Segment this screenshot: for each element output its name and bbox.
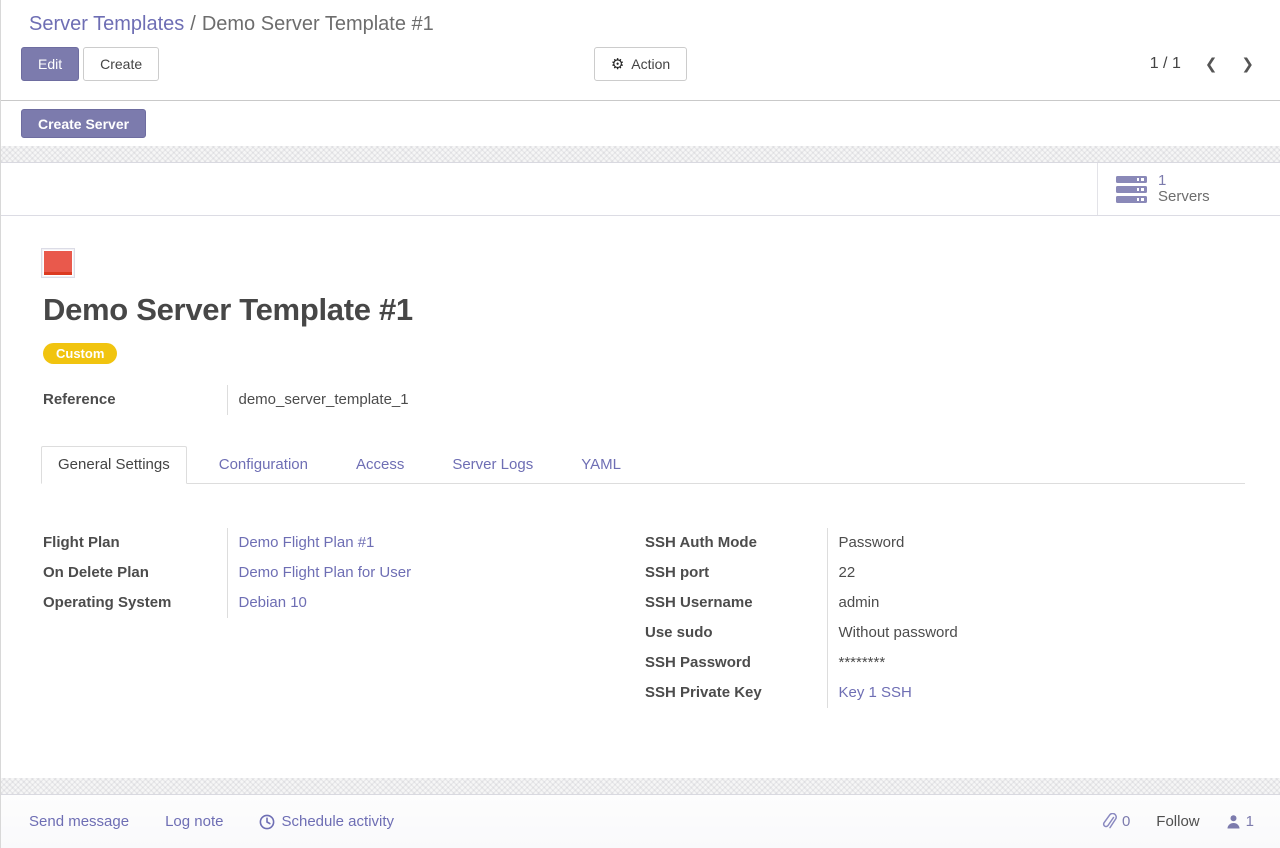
chevron-left-icon[interactable]: ❮: [1205, 55, 1218, 73]
field-link-ssh-private-key[interactable]: Key 1 SSH: [839, 684, 912, 701]
field-row-ssh-private-key: SSH Private Key Key 1 SSH: [643, 678, 1221, 708]
statusbar-texture-band: [1, 146, 1280, 163]
create-server-button[interactable]: Create Server: [21, 109, 146, 138]
chevron-right-icon[interactable]: ❯: [1241, 55, 1254, 73]
servers-icon: [1116, 176, 1147, 203]
field-link-operating-system[interactable]: Debian 10: [239, 594, 307, 611]
schedule-activity-button[interactable]: Schedule activity: [259, 813, 394, 830]
clock-icon: [259, 814, 275, 830]
field-link-on-delete-plan[interactable]: Demo Flight Plan for User: [239, 564, 412, 581]
reference-value: demo_server_template_1: [227, 385, 447, 415]
chatter-texture-band: [1, 778, 1280, 795]
field-label: SSH Password: [643, 648, 827, 678]
field-value: Password: [827, 528, 1221, 558]
followers-button[interactable]: 1: [1226, 813, 1254, 830]
record-image[interactable]: [41, 248, 75, 278]
pager-value[interactable]: 1 / 1: [1150, 55, 1181, 73]
field-row-use-sudo: Use sudo Without password: [643, 618, 1221, 648]
field-row-flight-plan: Flight Plan Demo Flight Plan #1: [41, 528, 619, 558]
field-value: ********: [827, 648, 1221, 678]
followers-count: 1: [1246, 813, 1254, 830]
field-row-on-delete-plan: On Delete Plan Demo Flight Plan for User: [41, 558, 619, 588]
person-icon: [1226, 814, 1241, 829]
follow-button[interactable]: Follow: [1156, 813, 1199, 830]
tab-general-settings[interactable]: General Settings: [41, 446, 187, 484]
field-value: 22: [827, 558, 1221, 588]
form-sheet: Demo Server Template #1 Custom Reference…: [1, 216, 1280, 778]
action-button[interactable]: ⚙ Action: [594, 47, 687, 81]
field-row-ssh-port: SSH port 22: [643, 558, 1221, 588]
field-label: SSH port: [643, 558, 827, 588]
field-label: Operating System: [41, 588, 227, 618]
notebook-tabs: General Settings Configuration Access Se…: [41, 445, 1245, 484]
field-label: SSH Username: [643, 588, 827, 618]
send-message-button[interactable]: Send message: [29, 813, 129, 830]
breadcrumb-current: Demo Server Template #1: [202, 13, 434, 35]
field-group-left: Flight Plan Demo Flight Plan #1 On Delet…: [41, 528, 619, 618]
field-value: admin: [827, 588, 1221, 618]
pager: 1 / 1 ❮ ❯: [1150, 47, 1254, 81]
reference-row: Reference demo_server_template_1: [41, 385, 447, 415]
tab-yaml[interactable]: YAML: [564, 446, 638, 484]
reference-label: Reference: [41, 385, 227, 415]
status-bar: Create Server: [1, 101, 1280, 146]
field-label: SSH Private Key: [643, 678, 827, 708]
tab-access[interactable]: Access: [339, 446, 421, 484]
field-link-flight-plan[interactable]: Demo Flight Plan #1: [239, 534, 375, 551]
attachments-count: 0: [1122, 813, 1130, 830]
field-group-right: SSH Auth Mode Password SSH port 22 SSH U…: [643, 528, 1221, 708]
attachments-button[interactable]: 0: [1102, 813, 1130, 830]
control-panel: Server Templates / Demo Server Template #1…: [1, 0, 1280, 101]
tab-server-logs[interactable]: Server Logs: [435, 446, 550, 484]
log-note-button[interactable]: Log note: [165, 813, 223, 830]
schedule-activity-label: Schedule activity: [281, 813, 394, 830]
field-label: On Delete Plan: [41, 558, 227, 588]
stat-servers-count: 1: [1158, 173, 1210, 189]
field-row-ssh-auth-mode: SSH Auth Mode Password: [643, 528, 1221, 558]
gear-icon: ⚙: [611, 57, 624, 72]
stat-button-servers[interactable]: 1 Servers: [1097, 163, 1280, 215]
button-box-row: 1 Servers: [1, 163, 1280, 216]
field-label: Use sudo: [643, 618, 827, 648]
breadcrumb: Server Templates / Demo Server Template #1: [1, 0, 1280, 36]
page-title: Demo Server Template #1: [43, 292, 1245, 328]
breadcrumb-parent-link[interactable]: Server Templates: [29, 13, 184, 35]
field-label: Flight Plan: [41, 528, 227, 558]
field-row-ssh-username: SSH Username admin: [643, 588, 1221, 618]
breadcrumb-separator: /: [190, 13, 196, 35]
tab-content-general-settings: Flight Plan Demo Flight Plan #1 On Delet…: [41, 497, 1245, 708]
chatter-bar: Send message Log note Schedule activity …: [1, 795, 1280, 848]
stat-servers-label: Servers: [1158, 189, 1210, 205]
action-button-label: Action: [631, 56, 670, 72]
tab-configuration[interactable]: Configuration: [202, 446, 325, 484]
tag-badge: Custom: [43, 343, 117, 364]
field-row-operating-system: Operating System Debian 10: [41, 588, 619, 618]
field-row-ssh-password: SSH Password ********: [643, 648, 1221, 678]
paperclip-icon: [1102, 813, 1117, 830]
field-label: SSH Auth Mode: [643, 528, 827, 558]
record-image-fill: [44, 251, 72, 275]
field-value: Without password: [827, 618, 1221, 648]
